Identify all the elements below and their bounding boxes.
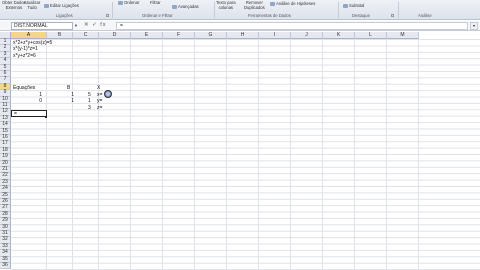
column-header-b[interactable]: B — [47, 32, 73, 39]
fill-handle[interactable] — [45, 116, 47, 118]
gridline-vertical — [130, 39, 131, 270]
name-box[interactable]: DIST.NORMAL — [11, 22, 73, 30]
cell-c8[interactable]: 3 — [88, 105, 91, 111]
ribbon-separator — [338, 2, 339, 18]
text-to-columns-label: Texto para colunas — [216, 0, 236, 10]
gridline-vertical — [290, 39, 291, 270]
group-data-tools: Ferramentas de Dados — [248, 13, 291, 18]
formula-action-icons[interactable]: ✕ ✓ fx — [84, 22, 107, 28]
spreadsheet-grid[interactable]: ABCDEFGHIJKLM 1 2 3 4 5 6 7 8 9 10 11 12 13 14 15 16 17 1… — [0, 32, 480, 270]
column-header-h[interactable]: H — [227, 32, 259, 39]
cell-d7[interactable]: y= — [97, 98, 102, 104]
column-header-e[interactable]: E — [131, 32, 163, 39]
cell-d5[interactable]: X — [97, 85, 100, 91]
cell-a7[interactable]: 0 — [30, 98, 42, 104]
gridlines — [11, 39, 480, 270]
cell-c6[interactable]: 5 — [88, 92, 91, 98]
chevron-down-icon[interactable]: ▼ — [74, 23, 78, 28]
gridline-vertical — [194, 39, 195, 270]
active-cell[interactable]: = — [11, 110, 47, 117]
group-sort-filter: Ordenar e Filtrar — [142, 13, 173, 18]
text-to-columns-button[interactable]: Texto para colunas — [216, 0, 236, 10]
advanced-button[interactable]: Avançadas — [172, 4, 199, 10]
gridline-vertical — [258, 39, 259, 270]
cursor-highlight-icon — [104, 90, 112, 98]
gridline-vertical — [354, 39, 355, 270]
ribbon-separator — [398, 2, 399, 18]
what-if-analysis-label: Análise de Hipóteses — [276, 1, 316, 7]
cell-a5[interactable]: Equações — [13, 85, 35, 91]
advanced-label: Avançadas — [178, 4, 199, 10]
ribbon-separator — [112, 2, 113, 18]
remove-duplicates-button[interactable]: Remover Duplicados — [244, 0, 265, 10]
column-header-j[interactable]: J — [291, 32, 323, 39]
cell-c5[interactable]: B — [67, 85, 70, 91]
filter-label: Filtrar — [150, 0, 161, 5]
group-analysis: Análise — [418, 13, 432, 18]
column-header-m[interactable]: M — [387, 32, 419, 39]
column-header-f[interactable]: F — [163, 32, 195, 39]
column-header-l[interactable]: L — [355, 32, 387, 39]
advanced-filter-icon — [172, 5, 177, 9]
expand-formula-bar-icon[interactable]: ▾ — [470, 22, 478, 30]
cell-b7[interactable]: 1 — [62, 98, 74, 104]
gridline-vertical — [162, 39, 163, 270]
sort-label: Ordenar — [124, 0, 140, 6]
get-external-data-label: Obter Dados Externos — [2, 0, 26, 10]
cell-c7[interactable]: 1 — [88, 98, 91, 104]
what-if-analysis-button[interactable]: Análise de Hipóteses — [270, 1, 316, 7]
cell-a3[interactable]: x*y+z*2=6 — [13, 53, 36, 59]
dialog-launcher-icon[interactable] — [106, 14, 109, 17]
column-header-c[interactable]: C — [73, 32, 99, 39]
gridline-vertical — [72, 39, 73, 270]
subtotal-button[interactable]: Subtotal — [343, 3, 365, 9]
filter-button[interactable]: Filtrar — [150, 0, 161, 6]
group-outline: Destaque — [352, 13, 370, 18]
edit-links-label: Editar Ligações — [50, 3, 79, 9]
gridline-vertical — [322, 39, 323, 270]
cell-b6[interactable]: 1 — [62, 92, 74, 98]
column-header-g[interactable]: G — [195, 32, 227, 39]
cell-a2[interactable]: x*(y-1)*z=1 — [13, 46, 38, 52]
cell-d6[interactable]: x= — [97, 92, 102, 98]
subtotal-label: Subtotal — [349, 3, 365, 9]
column-header-d[interactable]: D — [99, 32, 131, 39]
gridline-vertical — [46, 39, 47, 270]
subtotal-icon — [343, 4, 348, 8]
ribbon-separator — [214, 2, 215, 18]
cell-a6[interactable]: 1 — [30, 92, 42, 98]
dialog-launcher-icon[interactable] — [391, 14, 394, 17]
gridline-vertical — [386, 39, 387, 270]
refresh-all-label: Atualizar Tudo — [24, 0, 41, 10]
what-if-icon — [270, 2, 275, 6]
gridline-vertical — [418, 39, 419, 270]
remove-duplicates-label: Remover Duplicados — [244, 0, 265, 10]
sort-button[interactable]: Ordenar — [118, 0, 140, 6]
column-header-k[interactable]: K — [323, 32, 355, 39]
formula-bar: DIST.NORMAL ▼ ✕ ✓ fx = ▾ — [0, 21, 480, 31]
group-links: Ligações — [56, 13, 73, 18]
edit-links-button[interactable]: Editar Ligações — [44, 3, 79, 9]
sort-icon — [118, 1, 123, 5]
cell-a8[interactable]: = — [14, 111, 17, 117]
cell-d8[interactable]: z= — [97, 105, 102, 111]
refresh-all-button[interactable]: Atualizar Tudo — [24, 0, 41, 10]
row-header-36[interactable]: 36 — [0, 262, 11, 270]
ribbon: Obter Dados Externos Atualizar Tudo Edit… — [0, 0, 480, 20]
column-header-i[interactable]: I — [259, 32, 291, 39]
column-header-a[interactable]: A — [11, 32, 47, 39]
cell-a1[interactable]: x*2+z*y+cos(z)=5 — [13, 40, 52, 46]
gridline-vertical — [226, 39, 227, 270]
formula-input[interactable]: = — [116, 22, 468, 30]
gridline-vertical — [98, 39, 99, 270]
link-icon — [44, 4, 49, 8]
get-external-data-button[interactable]: Obter Dados Externos — [2, 0, 26, 10]
